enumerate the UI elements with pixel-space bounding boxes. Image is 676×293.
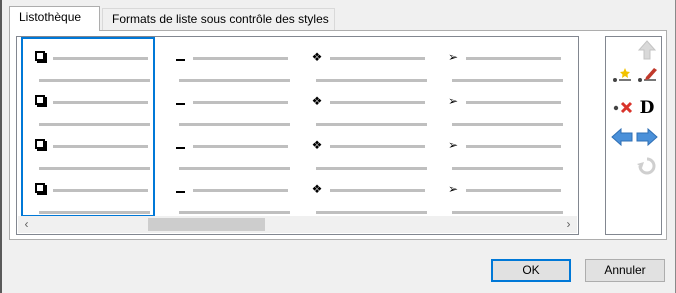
list-level-preview: ➢ — [436, 87, 566, 131]
placeholder-line — [452, 123, 563, 126]
placeholder-line — [179, 211, 290, 214]
list-level-preview: ❖ — [300, 43, 430, 87]
arrowhead-bullet-icon: ➢ — [447, 50, 459, 64]
list-level-preview — [23, 87, 153, 131]
cancel-button[interactable]: Annuler — [585, 259, 665, 282]
list-level-preview — [163, 43, 293, 87]
move-up-arrow-icon[interactable] — [636, 40, 658, 62]
placeholder-line — [330, 57, 425, 60]
placeholder-line — [193, 189, 288, 192]
list-level-preview — [23, 131, 153, 175]
hollow-square-bullet-icon — [32, 182, 48, 196]
tab-listotheque[interactable]: Listothèque — [9, 6, 100, 31]
list-format-option[interactable]: ❖ ❖ ❖ ❖ — [300, 39, 430, 217]
list-level-preview — [23, 175, 153, 219]
placeholder-line — [39, 79, 150, 82]
tab-formats-de-liste[interactable]: Formats de liste sous contrôle des style… — [102, 8, 335, 30]
list-level-preview: ❖ — [300, 131, 430, 175]
list-level-preview: ➢ — [436, 131, 566, 175]
four-diamond-bullet-icon: ❖ — [311, 138, 323, 152]
edit-bullet-icon[interactable] — [636, 65, 658, 87]
arrow-right-icon[interactable] — [636, 126, 658, 148]
placeholder-line — [330, 145, 425, 148]
list-level-preview — [163, 175, 293, 219]
scroll-right-icon[interactable]: › — [560, 216, 577, 233]
list-level-preview — [163, 87, 293, 131]
delete-bullet-icon[interactable] — [611, 97, 633, 119]
ok-button[interactable]: OK — [491, 259, 571, 282]
list-format-option[interactable] — [21, 37, 155, 217]
four-diamond-bullet-icon: ❖ — [311, 182, 323, 196]
dash-bullet-icon — [172, 182, 188, 196]
placeholder-line — [53, 101, 148, 104]
placeholder-line — [316, 211, 427, 214]
placeholder-line — [193, 145, 288, 148]
placeholder-line — [39, 167, 150, 170]
list-level-preview — [163, 131, 293, 175]
placeholder-line — [179, 79, 290, 82]
placeholder-line — [179, 123, 290, 126]
placeholder-line — [330, 101, 425, 104]
placeholder-line — [452, 211, 563, 214]
default-d-icon[interactable]: D — [636, 97, 658, 119]
placeholder-line — [466, 101, 561, 104]
horizontal-scrollbar[interactable]: ‹ › — [18, 216, 577, 233]
placeholder-line — [452, 167, 563, 170]
list-level-preview — [23, 43, 153, 87]
four-diamond-bullet-icon: ❖ — [311, 50, 323, 64]
dash-bullet-icon — [172, 50, 188, 64]
four-diamond-bullet-icon: ❖ — [311, 94, 323, 108]
arrowhead-bullet-icon: ➢ — [447, 138, 459, 152]
list-level-preview: ➢ — [436, 175, 566, 219]
scroll-left-icon[interactable]: ‹ — [18, 216, 35, 233]
hollow-square-bullet-icon — [32, 138, 48, 152]
bullet-toolbox: D — [605, 36, 662, 235]
placeholder-line — [193, 57, 288, 60]
placeholder-line — [466, 189, 561, 192]
list-level-preview: ➢ — [436, 43, 566, 87]
list-level-preview: ❖ — [300, 175, 430, 219]
placeholder-line — [39, 123, 150, 126]
arrowhead-bullet-icon: ➢ — [447, 94, 459, 108]
list-format-option[interactable]: ➢ ➢ ➢ ➢ — [436, 39, 566, 217]
placeholder-line — [53, 189, 148, 192]
tab-panel: ❖ ❖ ❖ ❖ ➢ ➢ ➢ ➢ ‹ › D — [9, 30, 667, 240]
placeholder-line — [179, 167, 290, 170]
window-left-edge — [0, 0, 2, 293]
placeholder-line — [466, 145, 561, 148]
hollow-square-bullet-icon — [32, 50, 48, 64]
list-format-option[interactable] — [163, 39, 293, 217]
placeholder-line — [53, 57, 148, 60]
placeholder-line — [193, 101, 288, 104]
placeholder-line — [53, 145, 148, 148]
arrow-left-icon[interactable] — [611, 126, 633, 148]
placeholder-line — [316, 123, 427, 126]
reset-icon[interactable] — [636, 155, 658, 177]
placeholder-line — [466, 57, 561, 60]
hollow-square-bullet-icon — [32, 94, 48, 108]
placeholder-line — [316, 167, 427, 170]
scrollbar-thumb[interactable] — [148, 218, 265, 231]
dash-bullet-icon — [172, 138, 188, 152]
placeholder-line — [452, 79, 563, 82]
list-level-preview: ❖ — [300, 87, 430, 131]
add-bullet-icon[interactable] — [611, 65, 633, 87]
dash-bullet-icon — [172, 94, 188, 108]
list-gallery[interactable]: ❖ ❖ ❖ ❖ ➢ ➢ ➢ ➢ ‹ › — [16, 36, 579, 235]
arrowhead-bullet-icon: ➢ — [447, 182, 459, 196]
placeholder-line — [39, 211, 150, 214]
placeholder-line — [316, 79, 427, 82]
placeholder-line — [330, 189, 425, 192]
